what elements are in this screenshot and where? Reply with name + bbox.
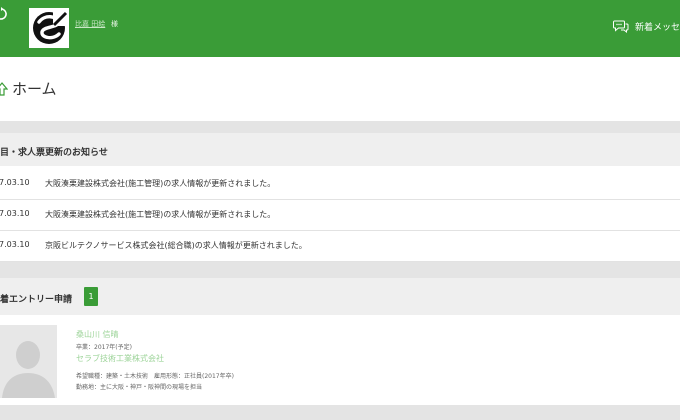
notice-date: 7.03.10 [0,209,30,218]
entries-heading: 着エントリー申請 [0,295,73,305]
entries-header: 着エントリー申請 1 [0,278,680,315]
notice-row[interactable]: 7.03.10 京阪ビルテクノサービス株式会社(総合職)の求人情報が更新されまし… [0,231,680,262]
applicant-graduation: 卒業：2017年(予定) [76,344,132,351]
user-honorific: 様 [111,20,118,28]
applicant-name[interactable]: 桑山川 信晴 [76,329,119,340]
applicant-job-info: 希望職種：建築・土木技術 雇用形態：正社員(2017年卒) [76,373,234,380]
entry-card[interactable]: 桑山川 信晴 卒業：2017年(予定) セラブ技術工業株式会社 希望職種：建築・… [0,315,680,405]
notice-row[interactable]: 7.03.10 大阪湊栗建設株式会社(施工管理)の求人情報が更新されました。 [0,169,680,200]
entries-count-badge: 1 [84,287,98,306]
notice-text: 大阪湊栗建設株式会社(施工管理)の求人情報が更新されました。 [45,179,276,188]
notice-row[interactable]: 7.03.10 大阪湊栗建設株式会社(施工管理)の求人情報が更新されました。 [0,200,680,231]
section-divider [0,262,680,278]
page-title-text: ホーム [12,80,57,98]
home-icon [0,81,9,100]
applicant-location: 勤務地：主に大阪・神戸・阪神間の現場を担当 [76,384,203,391]
section-divider [0,121,680,133]
user-name-link[interactable]: 比嘉 田絵 [75,19,105,29]
refresh-icon[interactable] [0,6,8,20]
new-messages-label: 新着メッセー... [635,22,680,33]
company-name-link[interactable]: セラブ技術工業株式会社 [76,353,164,364]
chat-bubbles-icon [613,20,629,33]
notice-date: 7.03.10 [0,240,30,249]
notice-date: 7.03.10 [0,178,30,187]
avatar-placeholder [0,325,57,398]
notices-heading: 目・求人票更新のお知らせ [0,148,108,158]
header-bar: 比嘉 田絵 様 新着メッセー... [0,0,680,57]
notices-header: 目・求人票更新のお知らせ [0,133,680,166]
new-messages-link[interactable]: 新着メッセー... [613,19,680,33]
section-divider [0,405,680,420]
notice-text: 京阪ビルテクノサービス株式会社(総合職)の求人情報が更新されました。 [45,241,307,250]
company-logo[interactable] [29,8,69,48]
notice-text: 大阪湊栗建設株式会社(施工管理)の求人情報が更新されました。 [45,210,276,219]
